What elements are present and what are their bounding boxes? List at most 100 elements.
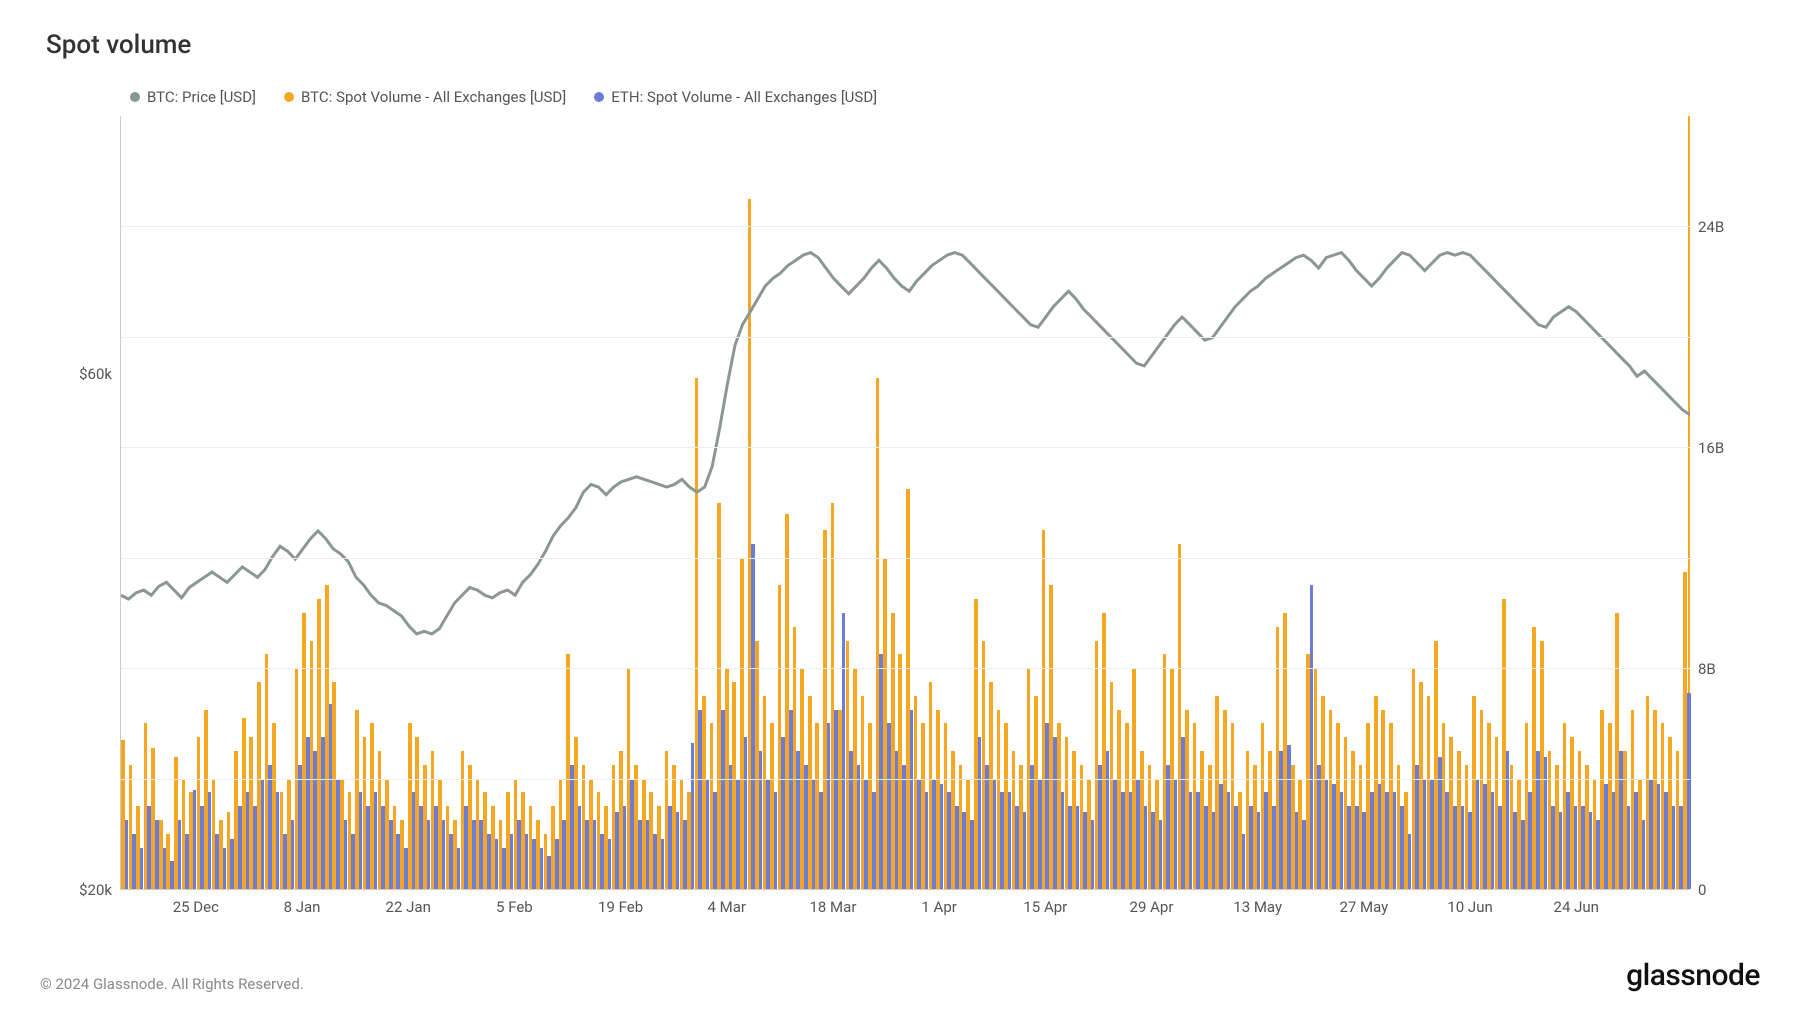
bar-group	[1502, 116, 1510, 889]
y-left-tick: $20k	[79, 881, 112, 899]
bar-group	[959, 116, 967, 889]
bar-group	[1495, 116, 1503, 889]
bar-group	[1276, 116, 1284, 889]
bar-group	[1238, 116, 1246, 889]
bar-group	[981, 116, 989, 889]
bar-group	[1230, 116, 1238, 889]
bar-group	[521, 116, 529, 889]
bar-group	[913, 116, 921, 889]
bar-group	[1291, 116, 1299, 889]
bar-group	[370, 116, 378, 889]
plot-area[interactable]	[120, 116, 1690, 890]
bar-group	[378, 116, 386, 889]
bar-group	[566, 116, 574, 889]
bar-group	[1374, 116, 1382, 889]
grid-line	[121, 337, 1690, 338]
bar-group	[287, 116, 295, 889]
bar-group	[1359, 116, 1367, 889]
bar-group	[151, 116, 159, 889]
bar-group	[400, 116, 408, 889]
bar-group	[257, 116, 265, 889]
bar-group	[325, 116, 333, 889]
bar-group	[1147, 116, 1155, 889]
bar-group	[1298, 116, 1306, 889]
x-tick: 5 Feb	[496, 898, 533, 916]
bar-group	[1004, 116, 1012, 889]
bar-group	[989, 116, 997, 889]
brand-logo: glassnode	[1626, 958, 1760, 993]
bar-group	[951, 116, 959, 889]
legend-dot	[594, 92, 604, 102]
bar-group	[1608, 116, 1616, 889]
bar-group	[1215, 116, 1223, 889]
footer: © 2024 Glassnode. All Rights Reserved. g…	[40, 958, 1760, 993]
bar-group	[438, 116, 446, 889]
bar-group	[612, 116, 620, 889]
bar-group	[1412, 116, 1420, 889]
bar-group	[1193, 116, 1201, 889]
x-axis: 25 Dec8 Jan22 Jan5 Feb19 Feb4 Mar18 Mar1…	[120, 890, 1690, 940]
bar-group	[227, 116, 235, 889]
bar-group	[272, 116, 280, 889]
bar-group	[1517, 116, 1525, 889]
bar-group	[1110, 116, 1118, 889]
bar-group	[181, 116, 189, 889]
bar-group	[762, 116, 770, 889]
bar-group	[1042, 116, 1050, 889]
y-axis-left: $60k$20k	[40, 116, 120, 890]
bar-group	[415, 116, 423, 889]
bar-group	[1555, 116, 1563, 889]
bar-group	[295, 116, 303, 889]
bar-group	[423, 116, 431, 889]
bar-group	[800, 116, 808, 889]
bar-group	[1427, 116, 1435, 889]
bar-group	[574, 116, 582, 889]
bar-group	[672, 116, 680, 889]
bar-group	[408, 116, 416, 889]
x-tick: 24 Jun	[1554, 898, 1599, 916]
bar-group	[1208, 116, 1216, 889]
bar-group	[604, 116, 612, 889]
bar-group	[1306, 116, 1314, 889]
bar-group	[823, 116, 831, 889]
y-right-tick: 24B	[1698, 218, 1724, 236]
grid-line	[121, 558, 1690, 559]
bar-group	[634, 116, 642, 889]
bar-group	[936, 116, 944, 889]
grid-line	[121, 226, 1690, 227]
bar-group	[1472, 116, 1480, 889]
bar-group	[664, 116, 672, 889]
grid-line	[121, 447, 1690, 448]
bar-group	[1200, 116, 1208, 889]
bar-group	[204, 116, 212, 889]
bar-group	[1389, 116, 1397, 889]
bar-group	[1140, 116, 1148, 889]
x-tick: 15 Apr	[1023, 898, 1067, 916]
bar-group	[219, 116, 227, 889]
bar-group	[551, 116, 559, 889]
bar-group	[846, 116, 854, 889]
bar-group	[1585, 116, 1593, 889]
bar-group	[649, 116, 657, 889]
bar-group	[1404, 116, 1412, 889]
bar-group	[393, 116, 401, 889]
bar-group	[944, 116, 952, 889]
x-tick: 29 Apr	[1130, 898, 1174, 916]
bar-group	[589, 116, 597, 889]
bar-group	[1540, 116, 1548, 889]
bar-group	[1351, 116, 1359, 889]
bar-group	[732, 116, 740, 889]
bar-group	[430, 116, 438, 889]
bar-group	[1676, 116, 1684, 889]
bar-group	[679, 116, 687, 889]
bar-group	[385, 116, 393, 889]
chart-title: Spot volume	[46, 30, 1760, 60]
bar-group	[1268, 116, 1276, 889]
x-tick: 22 Jan	[386, 898, 431, 916]
bar-group	[1079, 116, 1087, 889]
bar-group	[793, 116, 801, 889]
x-tick: 10 Jun	[1447, 898, 1492, 916]
bar-group	[898, 116, 906, 889]
y-right-tick: 8B	[1698, 660, 1716, 678]
y-right-tick: 0	[1698, 881, 1706, 899]
